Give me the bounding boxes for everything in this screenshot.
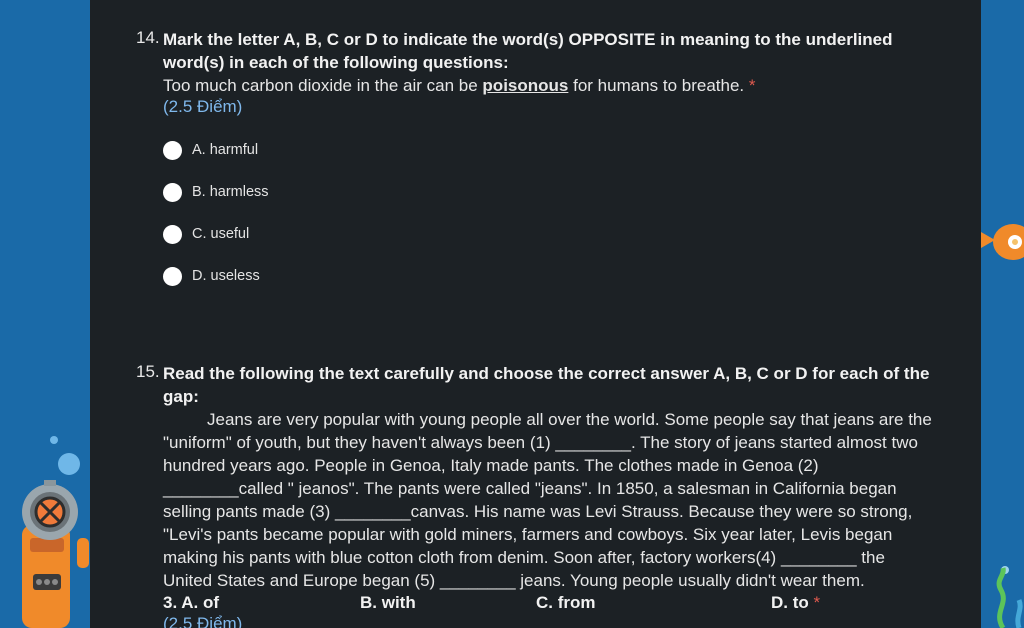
option-c[interactable]: C. useful [163,223,249,245]
option-a[interactable]: A. harmful [163,139,258,161]
question-number: 15. [136,362,160,381]
option-b[interactable]: B. harmless [163,181,269,203]
question-sentence: Too much carbon dioxide in the air can b… [163,74,943,97]
radio-button[interactable] [163,266,182,286]
option-label: C. useful [192,226,250,242]
underlined-word: poisonous [482,76,569,95]
question-points: (2.5 Điểm) [163,614,243,628]
sentence-after: for humans to breathe. [568,76,749,95]
answer-d: D. to * [771,593,820,613]
radio-button[interactable] [163,224,182,244]
answer-a: 3. A. of [163,593,220,612]
sentence-before: Too much carbon dioxide in the air can b… [163,76,483,95]
radio-button[interactable] [163,182,182,202]
diver-illustration [22,436,89,628]
seaweed-illustration [996,566,1023,628]
option-d[interactable]: D. useless [163,265,260,287]
option-label: D. useless [192,268,260,284]
answer-c: C. from [536,593,596,612]
option-label: B. harmless [192,184,269,200]
required-star: * [748,76,756,95]
question-title: Read the following the text carefully an… [163,364,930,406]
question-points: (2.5 Điểm) [163,97,243,116]
answer-b: B. with [360,593,416,612]
question-number: 14. [136,28,160,47]
question-title: Mark the letter A, B, C or D to indicate… [163,30,893,72]
form-card: 14. Mark the letter A, B, C or D to indi… [90,0,981,628]
required-star: * [813,593,821,612]
option-label: A. harmful [192,142,259,158]
fish-illustration [981,224,1024,260]
passage-text: Jeans are very popular with young people… [163,410,932,590]
answer-d-label: D. to [771,593,809,612]
reading-passage: Jeans are very popular with young people… [163,408,938,592]
radio-button[interactable] [163,140,182,160]
